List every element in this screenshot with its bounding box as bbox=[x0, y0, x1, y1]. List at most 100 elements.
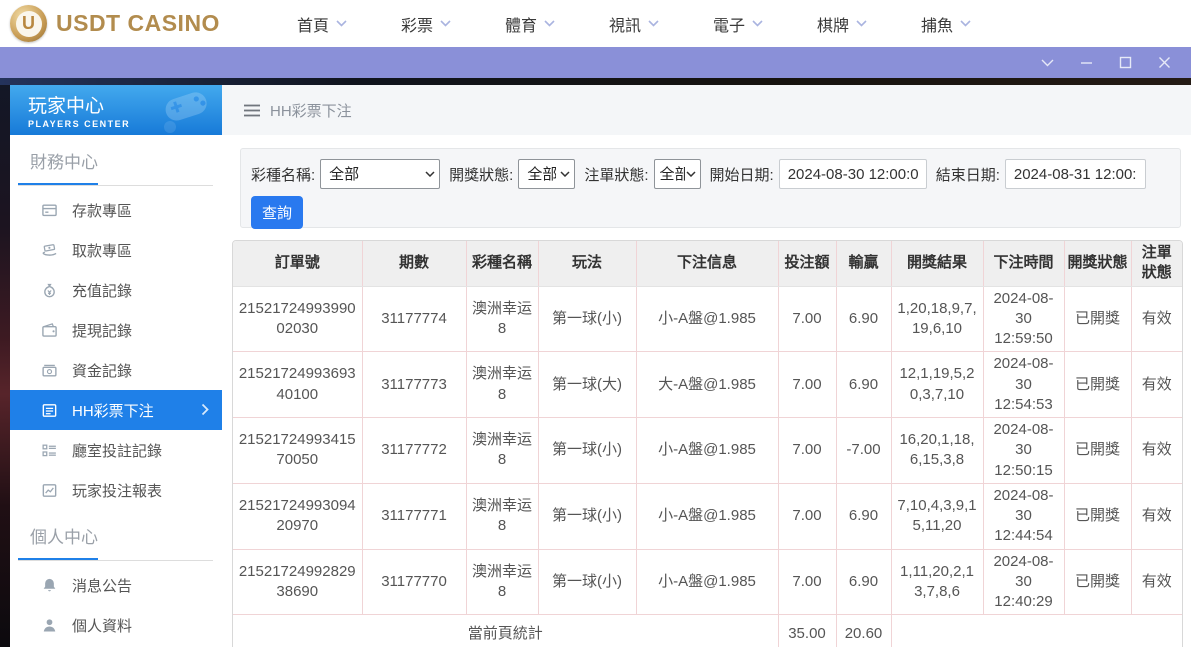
nav-label: 棋牌 bbox=[817, 12, 849, 36]
sidebar-item-label: 玩家投注報表 bbox=[72, 480, 162, 501]
site-logo[interactable]: U USDT CASINO bbox=[10, 5, 220, 42]
cell-bet-time: 2024-08-30 12:40:29 bbox=[983, 549, 1064, 615]
sidebar-item-withdraw-record[interactable]: 提現記錄 bbox=[10, 310, 222, 350]
end-date-input[interactable] bbox=[1005, 159, 1146, 189]
withdrawal-icon bbox=[40, 242, 58, 259]
player-report-icon bbox=[40, 482, 58, 499]
draw-status-label: 開獎狀態: bbox=[449, 164, 513, 185]
table-row: 2152172499399002030 31177774 澳洲幸运8 第一球(小… bbox=[233, 286, 1182, 352]
sidebar-item-profile[interactable]: 個人資料 bbox=[10, 605, 222, 645]
withdraw-record-icon bbox=[40, 322, 58, 339]
cell-win-loss: 6.90 bbox=[836, 549, 891, 615]
nav-item-sports[interactable]: 體育 bbox=[478, 12, 582, 36]
cell-bet-amount: 7.00 bbox=[778, 418, 836, 484]
nav-item-lottery[interactable]: 彩票 bbox=[374, 12, 478, 36]
main-menu: 首頁 彩票 體育 視訊 電子 棋牌 捕魚 bbox=[270, 12, 998, 36]
close-icon[interactable] bbox=[1158, 56, 1171, 69]
sidebar-item-player-bet-report[interactable]: 玩家投注報表 bbox=[10, 470, 222, 510]
table-row: 2152172499369340100 31177773 澳洲幸运8 第一球(大… bbox=[233, 352, 1182, 418]
cell-period: 31177772 bbox=[362, 418, 466, 484]
cell-win-loss: 6.90 bbox=[836, 483, 891, 549]
cell-draw-result: 12,1,19,5,20,3,7,10 bbox=[891, 352, 983, 418]
logo-coin-letter: U bbox=[16, 11, 42, 37]
sidebar-item-label: 個人資料 bbox=[72, 615, 132, 636]
draw-status-select-wrap: 全部 bbox=[518, 159, 575, 189]
cell-order-status: 有效 bbox=[1131, 483, 1182, 549]
sidebar-item-withdrawal[interactable]: 取款專區 bbox=[10, 230, 222, 270]
table-row: 2152172499309420970 31177771 澳洲幸运8 第一球(小… bbox=[233, 483, 1182, 549]
sidebar-item-recharge-record[interactable]: 充值記錄 bbox=[10, 270, 222, 310]
cell-period: 31177773 bbox=[362, 352, 466, 418]
sidebar: 玩家中心 PLAYERS CENTER 財務中心 存款專區 取款專區 充值記錄 bbox=[10, 85, 222, 647]
recharge-record-icon bbox=[40, 282, 58, 299]
cell-lottery-name: 澳洲幸运8 bbox=[466, 352, 538, 418]
menu-toggle-icon[interactable] bbox=[244, 104, 260, 117]
table-row: 2152172499282938690 31177770 澳洲幸运8 第一球(小… bbox=[233, 549, 1182, 615]
col-bet-info: 下注信息 bbox=[636, 241, 778, 286]
nav-item-video[interactable]: 視訊 bbox=[582, 12, 686, 36]
sidebar-item-announcements[interactable]: 消息公告 bbox=[10, 565, 222, 605]
window-dropdown-icon[interactable] bbox=[1041, 59, 1054, 67]
section-title-finance: 財務中心 bbox=[10, 148, 222, 173]
filter-row: 彩種名稱: 全部 開獎狀態: 全部 注單狀態: 全部 開始日期: 結束日期: bbox=[251, 159, 1180, 189]
nav-label: 彩票 bbox=[401, 12, 433, 36]
sidebar-item-funds-record[interactable]: 資金記錄 bbox=[10, 350, 222, 390]
cell-bet-amount: 7.00 bbox=[778, 352, 836, 418]
col-win-loss: 輸贏 bbox=[836, 241, 891, 286]
cell-bet-info: 小-A盤@1.985 bbox=[636, 286, 778, 352]
deposit-icon bbox=[40, 202, 58, 219]
lottery-name-select-wrap: 全部 bbox=[320, 159, 440, 189]
summary-bet-total: 35.00 bbox=[778, 615, 836, 647]
chevron-down-icon bbox=[440, 20, 451, 27]
cell-period: 31177771 bbox=[362, 483, 466, 549]
summary-label: 當前頁統計 bbox=[233, 615, 778, 647]
col-bet-amount: 投注額 bbox=[778, 241, 836, 286]
sidebar-item-deposit[interactable]: 存款專區 bbox=[10, 190, 222, 230]
nav-item-chess[interactable]: 棋牌 bbox=[790, 12, 894, 36]
cell-period: 31177774 bbox=[362, 286, 466, 352]
section-title-personal: 個人中心 bbox=[10, 523, 222, 548]
draw-status-select[interactable]: 全部 bbox=[518, 159, 575, 189]
window-titlebar bbox=[0, 47, 1191, 78]
cell-order-status: 有效 bbox=[1131, 352, 1182, 418]
col-bet-time: 下注時間 bbox=[983, 241, 1064, 286]
nav-item-electronic[interactable]: 電子 bbox=[686, 12, 790, 36]
cell-play-type: 第一球(小) bbox=[538, 286, 636, 352]
cell-draw-status: 已開獎 bbox=[1064, 418, 1131, 484]
chevron-down-icon bbox=[856, 20, 867, 27]
cell-order-no: 2152172499369340100 bbox=[233, 352, 362, 418]
cell-order-no: 2152172499399002030 bbox=[233, 286, 362, 352]
nav-item-home[interactable]: 首頁 bbox=[270, 12, 374, 36]
maximize-icon[interactable] bbox=[1119, 56, 1132, 69]
sidebar-item-label: 消息公告 bbox=[72, 575, 132, 596]
nav-item-fishing[interactable]: 捕魚 bbox=[894, 12, 998, 36]
order-status-select[interactable]: 全部 bbox=[654, 159, 701, 189]
page-title: HH彩票下注 bbox=[270, 100, 352, 121]
cell-play-type: 第一球(小) bbox=[538, 549, 636, 615]
cell-bet-time: 2024-08-30 12:54:53 bbox=[983, 352, 1064, 418]
start-date-input[interactable] bbox=[779, 159, 927, 189]
sidebar-item-label: 充值記錄 bbox=[72, 280, 132, 301]
sidebar-item-label: 取款專區 bbox=[72, 240, 132, 261]
cell-lottery-name: 澳洲幸运8 bbox=[466, 286, 538, 352]
cell-order-status: 有效 bbox=[1131, 286, 1182, 352]
sidebar-item-label: 廳室投註記錄 bbox=[72, 440, 162, 461]
col-order-no: 訂單號 bbox=[233, 241, 362, 286]
lottery-name-select[interactable]: 全部 bbox=[320, 159, 440, 189]
sidebar-item-label: 提現記錄 bbox=[72, 320, 132, 341]
nav-label: 電子 bbox=[713, 12, 745, 36]
hall-bet-record-icon bbox=[40, 442, 58, 459]
minimize-icon[interactable] bbox=[1080, 56, 1093, 69]
cell-draw-result: 1,20,18,9,7,19,6,10 bbox=[891, 286, 983, 352]
cell-draw-status: 已開獎 bbox=[1064, 483, 1131, 549]
search-button[interactable]: 查詢 bbox=[251, 196, 303, 229]
filter-panel: 彩種名稱: 全部 開獎狀態: 全部 注單狀態: 全部 開始日期: 結束日期: 查… bbox=[240, 148, 1181, 228]
main-content: HH彩票下注 彩種名稱: 全部 開獎狀態: 全部 注單狀態: 全部 開始日期: … bbox=[222, 85, 1191, 647]
gamepad-icon bbox=[158, 87, 216, 135]
nav-label: 首頁 bbox=[297, 12, 329, 36]
cell-bet-info: 小-A盤@1.985 bbox=[636, 418, 778, 484]
sidebar-item-hall-bet-record[interactable]: 廳室投註記錄 bbox=[10, 430, 222, 470]
chevron-down-icon bbox=[648, 20, 659, 27]
sidebar-item-hh-lottery-bet[interactable]: HH彩票下注 bbox=[10, 390, 222, 430]
cell-play-type: 第一球(大) bbox=[538, 352, 636, 418]
